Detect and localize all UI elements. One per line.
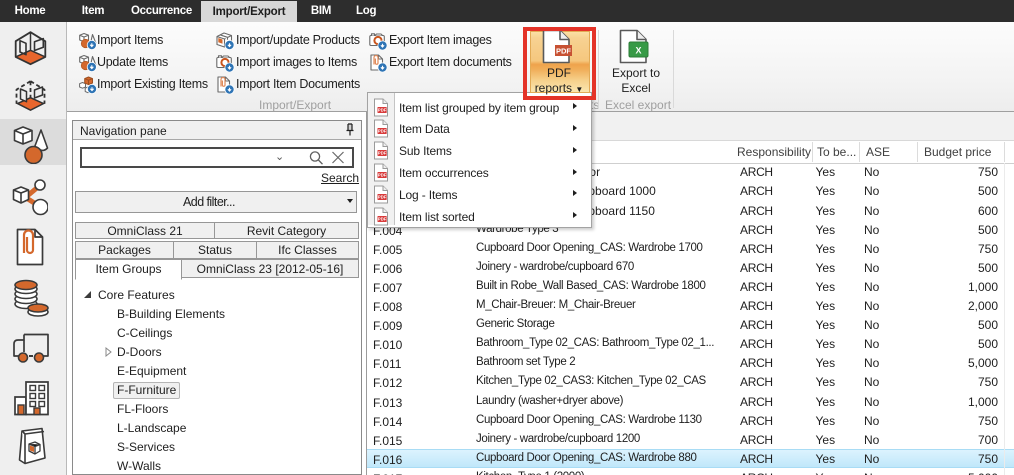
svg-text:PDF: PDF: [378, 129, 387, 134]
svg-text:PDF: PDF: [378, 151, 387, 156]
svg-text:PDF: PDF: [378, 195, 387, 200]
svg-text:PDF: PDF: [378, 107, 387, 112]
svg-text:PDF: PDF: [378, 173, 387, 178]
svg-text:X: X: [635, 46, 641, 56]
svg-text:PDF: PDF: [378, 216, 387, 221]
